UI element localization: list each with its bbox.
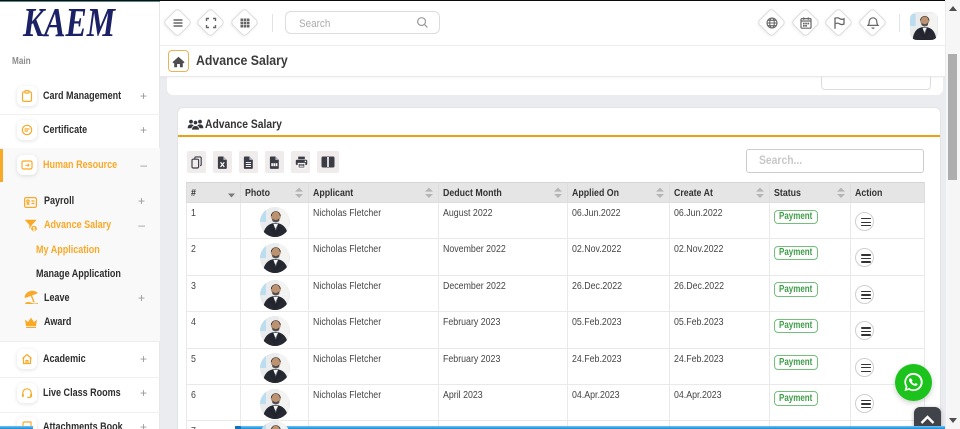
- svg-text:KAEM: KAEM: [22, 1, 116, 45]
- svg-text:$: $: [33, 227, 36, 233]
